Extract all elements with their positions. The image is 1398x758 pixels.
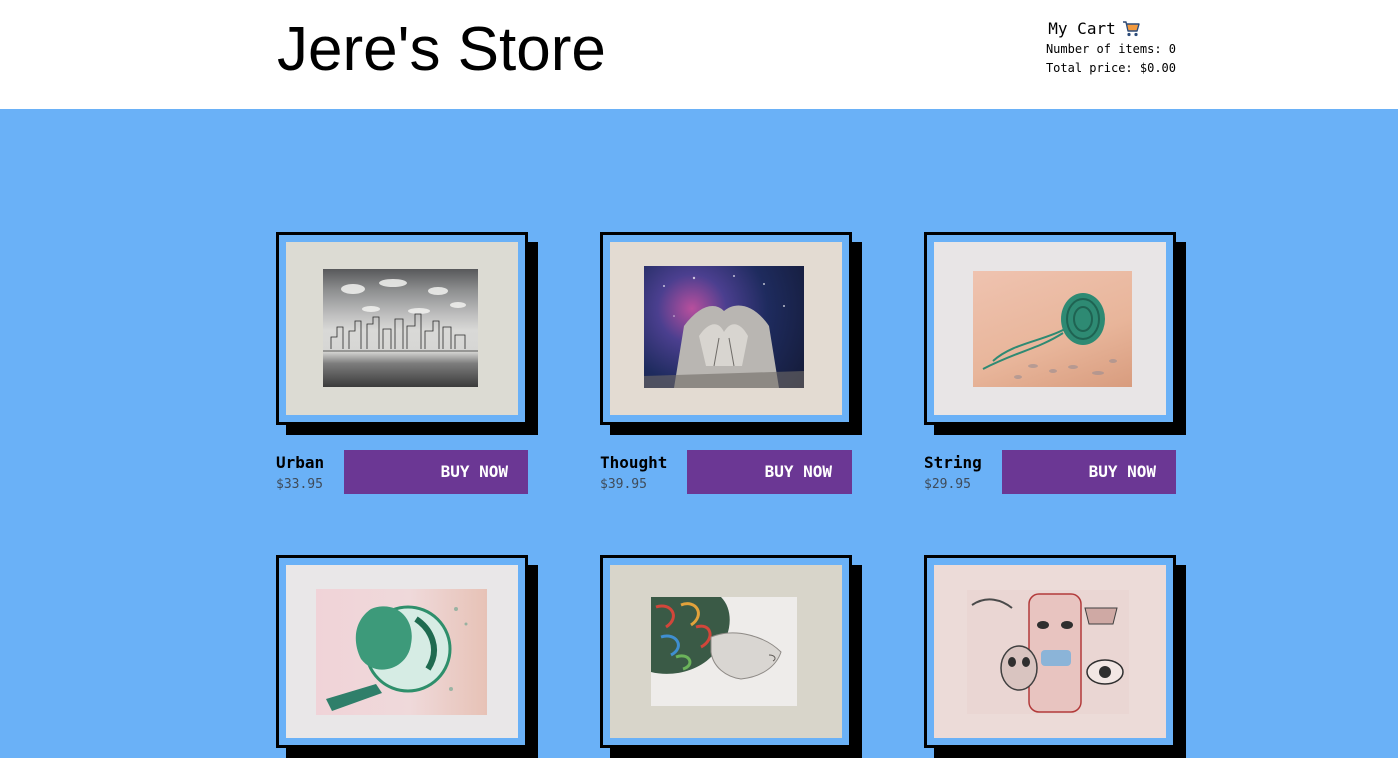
artwork-frame[interactable] <box>924 232 1186 435</box>
artwork-mat <box>610 565 842 738</box>
portrait-drawing <box>651 597 782 680</box>
artwork-image[interactable] <box>651 597 797 706</box>
cart-total-price: Total price: $0.00 <box>1045 61 1176 75</box>
frame-border <box>600 232 852 425</box>
product-name: String <box>924 453 982 472</box>
artwork-frame[interactable] <box>276 555 538 758</box>
artwork-frame[interactable] <box>924 555 1186 758</box>
urban-sketch <box>323 279 478 352</box>
string-drawing <box>982 293 1117 379</box>
cart-item-count: Number of items: 0 <box>1045 42 1176 56</box>
site-header: Jere's Store My Cart Number of items: 0 … <box>0 0 1398 109</box>
green-glass-drawing <box>326 605 468 711</box>
faces-drawing <box>971 593 1124 713</box>
cart-title[interactable]: My Cart <box>1048 19 1115 38</box>
product-price: $33.95 <box>276 477 323 492</box>
artwork-mat <box>610 242 842 415</box>
product-price: $39.95 <box>600 477 647 492</box>
cart-summary[interactable]: My Cart Number of items: 0 Total price: … <box>1000 18 1176 78</box>
artwork-image[interactable] <box>316 589 487 715</box>
frame-border <box>924 555 1176 748</box>
product-name: Urban <box>276 453 325 472</box>
artwork-mat <box>286 565 518 738</box>
buy-now-button[interactable]: BUY NOW <box>344 450 528 494</box>
artwork-mat <box>934 242 1166 415</box>
artwork-mat <box>934 565 1166 738</box>
product-name: Thought <box>600 453 668 472</box>
cart-title-row[interactable]: My Cart <box>1012 18 1176 40</box>
thought-collage <box>644 275 804 388</box>
artwork-image[interactable] <box>973 271 1132 387</box>
frame-border <box>276 555 528 748</box>
product-price: $29.95 <box>924 477 971 492</box>
artwork-frame[interactable] <box>600 555 862 758</box>
buy-now-button[interactable]: BUY NOW <box>1002 450 1176 494</box>
artwork-image[interactable] <box>323 269 478 387</box>
artwork-image[interactable] <box>644 266 804 388</box>
artwork-frame[interactable] <box>276 232 538 435</box>
frame-border <box>924 232 1176 425</box>
artwork-mat <box>286 242 518 415</box>
store-title: Jere's Store <box>277 15 606 84</box>
frame-border <box>600 555 852 748</box>
buy-now-button[interactable]: BUY NOW <box>687 450 852 494</box>
artwork-image[interactable] <box>967 590 1129 714</box>
frame-border <box>276 232 528 425</box>
artwork-frame[interactable] <box>600 232 862 435</box>
cart-icon[interactable] <box>1122 20 1140 37</box>
